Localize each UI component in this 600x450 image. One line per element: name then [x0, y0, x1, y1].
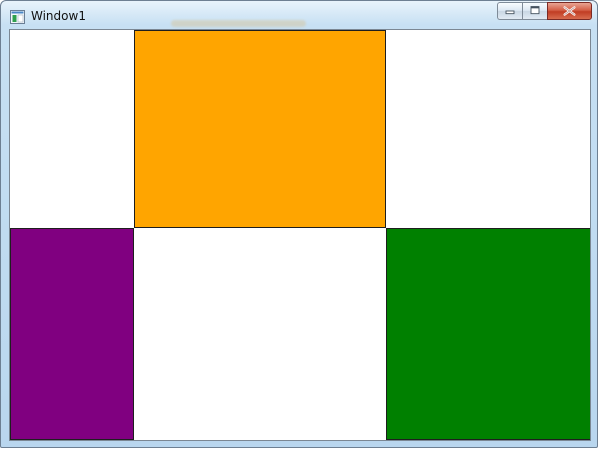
close-icon	[563, 6, 576, 16]
title-bar[interactable]: Window1	[1, 1, 599, 29]
orange-panel	[134, 30, 386, 228]
window-app-icon[interactable]	[10, 9, 25, 24]
minimize-icon	[505, 10, 515, 15]
minimize-button[interactable]	[497, 2, 522, 20]
caption-buttons	[497, 2, 592, 22]
purple-panel	[10, 228, 134, 440]
maximize-button[interactable]	[522, 2, 547, 20]
title-bar-reflection	[171, 20, 306, 27]
green-panel	[386, 228, 590, 440]
application-window: Window1	[0, 0, 598, 448]
window-client-area	[9, 29, 591, 441]
close-button[interactable]	[547, 2, 592, 20]
maximize-icon	[530, 6, 540, 15]
window-title: Window1	[31, 9, 86, 23]
